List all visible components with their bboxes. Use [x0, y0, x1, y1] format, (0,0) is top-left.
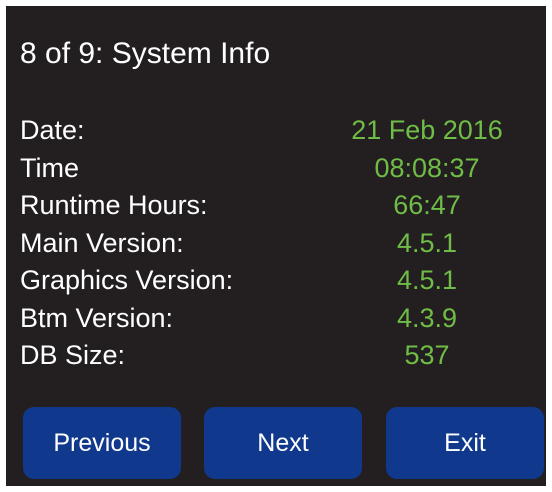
main-version-label: Main Version:	[20, 227, 184, 258]
runtime-hours-label: Runtime Hours:	[20, 190, 208, 220]
info-row-date: Date: 21 Feb 2016	[20, 112, 540, 150]
main-version-value: 4.5.1	[396, 227, 458, 258]
btm-version-label: Btm Version:	[20, 302, 174, 333]
date-value: 21 Feb 2016	[351, 115, 503, 145]
page-title: 8 of 9: System Info	[20, 37, 271, 70]
graphics-version-label: Graphics Version:	[20, 265, 234, 295]
previous-button[interactable]: Previous	[23, 407, 181, 479]
system-info-screen: 8 of 9: System Info Date: 21 Feb 2016 Ti…	[6, 6, 546, 486]
system-info-table: Date: 21 Feb 2016 Time 08:08:37 Runtime …	[20, 112, 540, 375]
time-label: Time	[20, 152, 79, 183]
runtime-hours-value: 66:47	[393, 190, 461, 220]
next-button[interactable]: Next	[204, 407, 362, 479]
info-row-time: Time 08:08:37	[20, 150, 540, 188]
db-size-label: DB Size:	[20, 340, 126, 370]
btm-version-value: 4.3.9	[396, 302, 458, 333]
time-value: 08:08:37	[374, 152, 480, 183]
info-row-main-version: Main Version: 4.5.1	[20, 225, 540, 263]
info-row-btm-version: Btm Version: 4.3.9	[20, 300, 540, 338]
info-row-runtime-hours: Runtime Hours: 66:47	[20, 187, 540, 225]
info-row-graphics-version: Graphics Version: 4.5.1	[20, 262, 540, 300]
db-size-value: 537	[404, 340, 450, 370]
exit-button[interactable]: Exit	[386, 407, 544, 479]
info-row-db-size: DB Size: 537	[20, 337, 540, 375]
date-label: Date:	[20, 115, 85, 145]
graphics-version-value: 4.5.1	[396, 265, 458, 295]
